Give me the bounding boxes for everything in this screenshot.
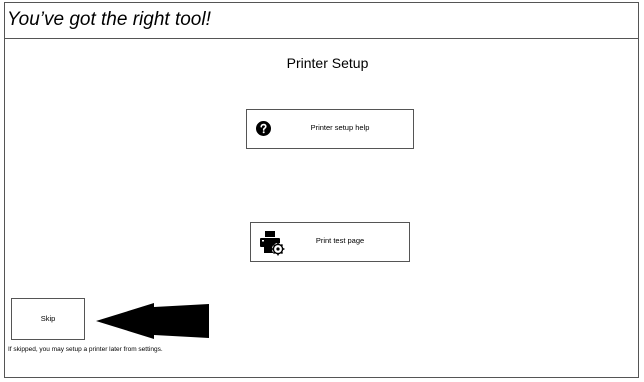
skip-note: If skipped, you may setup a printer late…: [8, 346, 163, 353]
printer-setup-help-button[interactable]: Printer setup help: [246, 109, 414, 149]
title-bar: You’ve got the right tool!: [5, 3, 638, 39]
left-arrow-icon: [96, 303, 209, 339]
page-heading: Printer Setup: [286, 55, 369, 71]
printer-setup-help-label: Printer setup help: [310, 123, 370, 132]
skip-button[interactable]: Skip: [11, 298, 85, 340]
skip-label: Skip: [40, 314, 56, 323]
window-title: You’ve got the right tool!: [7, 9, 211, 30]
print-test-page-label: Print test page: [315, 236, 365, 245]
setup-window: You’ve got the right tool! Printer Setup…: [4, 2, 639, 378]
print-test-page-button[interactable]: Print test page: [250, 222, 410, 262]
